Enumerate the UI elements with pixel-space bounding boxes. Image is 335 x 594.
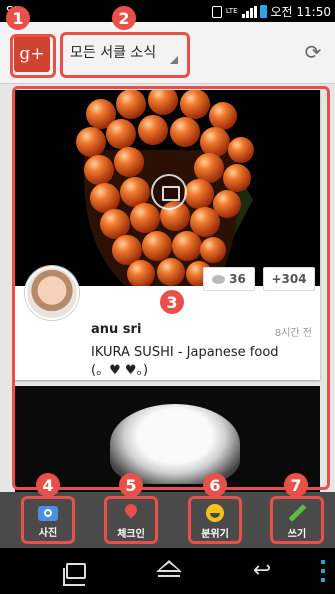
home-icon[interactable] [156,560,182,572]
callout-1: 1 [6,6,30,30]
highlight-checkin-tab [104,496,158,544]
highlight-stream [12,86,330,490]
callout-2: 2 [112,6,136,30]
callout-5: 5 [119,473,143,497]
menu-icon[interactable] [321,560,325,582]
highlight-mood-tab [188,496,242,544]
callout-7: 7 [284,473,308,497]
clock: 오전 11:50 [270,5,331,19]
home-icon-base [158,575,180,577]
callout-3: 3 [160,290,184,314]
back-icon[interactable]: ↩ [248,560,276,582]
highlight-photo-tab [21,496,75,544]
callout-4: 4 [36,473,60,497]
highlight-stream-selector [60,32,190,78]
phone-icon [211,5,222,18]
highlight-logo [10,34,56,78]
callout-6: 6 [203,473,227,497]
recent-apps-icon[interactable] [63,563,86,586]
highlight-write-tab [270,496,324,544]
battery-icon [259,5,267,18]
refresh-icon[interactable]: ⟳ [303,42,323,62]
signal-icon [241,5,257,18]
status-bar: SI LTE 오전 11:50 [0,0,335,22]
system-navigation-bar: ↩ [0,548,335,594]
lte-indicator: LTE [225,7,238,15]
